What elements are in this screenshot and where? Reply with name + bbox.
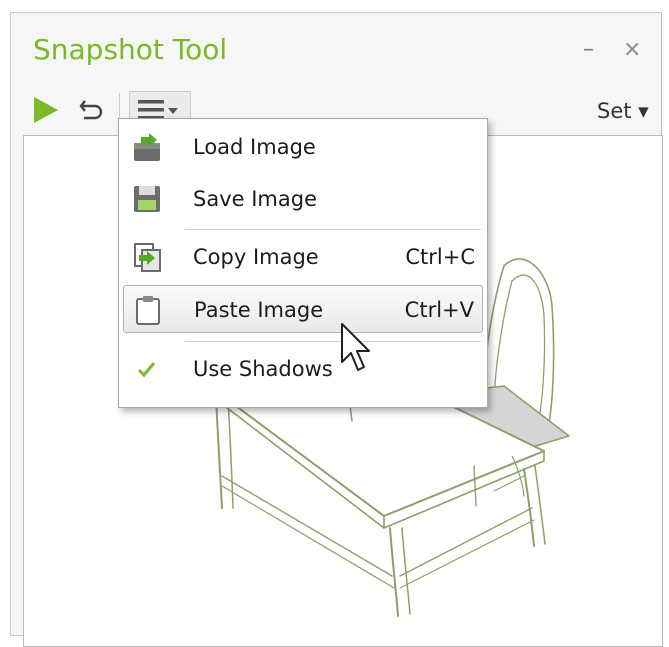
menu-item-save-image[interactable]: Save Image	[123, 175, 483, 223]
load-image-icon	[134, 133, 160, 161]
close-button[interactable]: ×	[623, 39, 641, 61]
undo-icon	[79, 100, 103, 120]
menu-item-use-shadows[interactable]: Use Shadows	[123, 345, 483, 393]
clipboard-icon	[136, 296, 160, 325]
set-dropdown[interactable]: Set ▾	[597, 99, 649, 123]
menu-item-shortcut: Ctrl+C	[405, 245, 475, 269]
menu-item-load-image[interactable]: Load Image	[123, 123, 483, 171]
menu-item-shortcut: Ctrl+V	[404, 298, 474, 322]
checkmark-icon	[137, 362, 156, 378]
floppy-disk-icon	[134, 186, 160, 212]
play-icon	[34, 97, 58, 123]
copy-image-icon	[134, 243, 161, 272]
menu-item-paste-image[interactable]: Paste Image Ctrl+V	[123, 285, 483, 333]
image-dropdown-menu: Load Image Save Image Copy Image Ctrl+C …	[118, 118, 488, 408]
menu-separator	[185, 341, 481, 342]
menu-item-copy-image[interactable]: Copy Image Ctrl+C	[123, 233, 483, 281]
minimize-button[interactable]: –	[583, 39, 594, 61]
play-button[interactable]	[31, 95, 61, 129]
menu-item-label: Load Image	[193, 135, 316, 159]
mouse-pointer-icon	[341, 323, 370, 371]
menu-item-label: Paste Image	[194, 298, 324, 322]
panel-title: Snapshot Tool	[33, 33, 228, 66]
menu-item-label: Use Shadows	[193, 357, 333, 381]
menu-item-label: Save Image	[193, 187, 317, 211]
undo-button[interactable]	[79, 97, 105, 127]
menu-separator	[185, 229, 481, 230]
menu-item-label: Copy Image	[193, 245, 319, 269]
